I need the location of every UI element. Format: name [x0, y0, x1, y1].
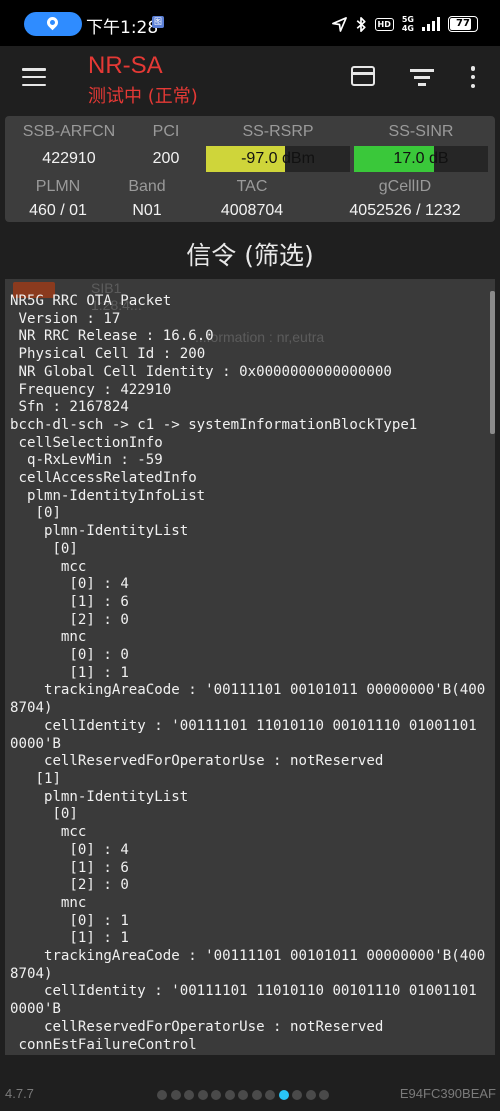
network-label: 5G — [401, 15, 414, 24]
status-bar: 下午1:28 图 HD 5G 4G 77 — [0, 0, 500, 46]
network-type-icon: 5G 4G — [402, 15, 414, 33]
label-tac: TAC — [236, 178, 268, 195]
value-plmn: 460 / 01 — [29, 202, 87, 219]
rsrp-meter-text: -97.0 dBm — [241, 150, 315, 167]
rrc-packet-text: NR5G RRC OTA Packet Version : 17 NR RRC … — [10, 293, 486, 1055]
sinr-meter: 17.0 dB — [354, 146, 488, 172]
hd-icon: HD — [374, 17, 394, 31]
page-dot[interactable] — [184, 1090, 194, 1100]
battery-icon: 77 — [448, 16, 478, 32]
sinr-meter-text: 17.0 dB — [393, 150, 449, 167]
page-dot[interactable] — [319, 1090, 329, 1100]
label-plmn: PLMN — [35, 178, 81, 195]
cell-info-panel: SSB-ARFCN PCI SS-RSRP SS-SINR 422910 200… — [5, 116, 495, 222]
page-dot[interactable] — [224, 1090, 235, 1100]
page-dot[interactable] — [197, 1090, 208, 1100]
page-dot[interactable] — [292, 1090, 302, 1100]
value-pci: 200 — [152, 150, 180, 167]
app-bar: NR-SA 测试中 (正常) — [0, 46, 500, 111]
location-icon — [44, 14, 61, 31]
network-sub-label: 4G — [401, 24, 414, 33]
label-pci: PCI — [152, 123, 180, 140]
label-gcellid: gCellID — [378, 178, 432, 195]
app-version: 4.7.7 — [5, 1086, 34, 1101]
page-dot[interactable] — [265, 1090, 275, 1100]
page-dot[interactable] — [278, 1090, 289, 1100]
page-dot[interactable] — [170, 1090, 181, 1100]
notification-badge-icon: 图 — [152, 16, 164, 28]
label-ssb-arfcn: SSB-ARFCN — [22, 123, 116, 140]
value-tac: 4008704 — [220, 202, 284, 219]
label-band: Band — [128, 178, 166, 195]
value-gcellid: 4052526 / 1232 — [349, 202, 461, 219]
rsrp-meter: -97.0 dBm — [206, 146, 350, 172]
app-title: NR-SA — [88, 52, 163, 79]
status-time: 下午1:28 — [86, 18, 159, 38]
label-ss-sinr: SS-SINR — [388, 123, 454, 140]
value-ssb-arfcn: 422910 — [42, 150, 96, 167]
filter-icon[interactable] — [410, 69, 434, 86]
signal-icon — [422, 17, 440, 31]
bluetooth-icon — [356, 16, 366, 32]
location-pill[interactable] — [24, 12, 82, 36]
page-dot[interactable] — [157, 1090, 167, 1100]
footer: 4.7.7 E94FC390BEAF — [0, 1075, 500, 1111]
signaling-log[interactable]: SIB1 1:28:4... ...formation : nr,eutra N… — [5, 279, 495, 1055]
navigation-arrow-icon — [331, 16, 347, 32]
app-subtitle: 测试中 (正常) — [88, 86, 198, 107]
status-icons: HD 5G 4G 77 — [331, 12, 478, 36]
card-icon[interactable] — [351, 66, 375, 86]
page-dot[interactable] — [305, 1090, 316, 1100]
value-band: N01 — [132, 202, 162, 219]
page-indicator[interactable] — [157, 1090, 329, 1100]
page-dot[interactable] — [211, 1090, 221, 1100]
section-title: 信令 (筛选) — [186, 241, 314, 270]
device-id: E94FC390BEAF — [399, 1086, 496, 1101]
page-dot[interactable] — [238, 1090, 248, 1100]
scrollbar-thumb[interactable] — [490, 291, 495, 434]
battery-level: 77 — [456, 18, 470, 29]
more-vert-icon[interactable] — [470, 66, 476, 88]
label-ss-rsrp: SS-RSRP — [242, 123, 314, 140]
menu-icon[interactable] — [22, 68, 46, 86]
page-dot[interactable] — [251, 1090, 262, 1100]
